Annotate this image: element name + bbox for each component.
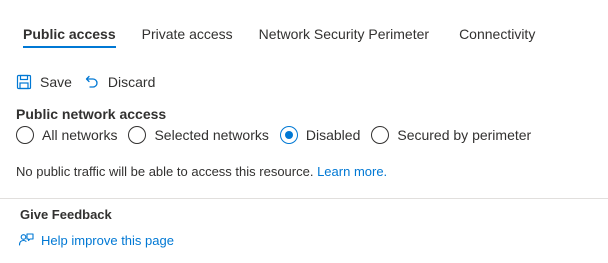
tab-network-security-perimeter[interactable]: Network Security Perimeter: [249, 0, 439, 42]
radio-all-networks[interactable]: All networks: [16, 126, 117, 144]
radio-label: Disabled: [305, 127, 361, 143]
command-bar: Save Discard: [16, 70, 167, 94]
public-network-access-radio-group: All networks Selected networks Disabled …: [16, 125, 542, 145]
give-feedback-heading: Give Feedback: [20, 207, 112, 222]
help-improve-label: Help improve this page: [41, 232, 174, 248]
help-improve-link[interactable]: Help improve this page: [18, 232, 174, 248]
feedback-icon: [18, 232, 34, 248]
radio-circle: [371, 126, 390, 144]
save-button[interactable]: Save: [16, 74, 72, 90]
radio-disabled[interactable]: Disabled: [279, 126, 361, 144]
radio-circle-checked: [279, 126, 298, 144]
radio-label: Selected networks: [154, 127, 269, 143]
tab-connectivity[interactable]: Connectivity: [449, 0, 545, 42]
radio-label: All networks: [42, 127, 118, 143]
info-text: No public traffic will be able to access…: [16, 164, 314, 179]
learn-more-link[interactable]: Learn more.: [317, 164, 387, 179]
discard-label: Discard: [107, 74, 156, 90]
tab-public-access[interactable]: Public access: [13, 0, 126, 48]
save-icon: [16, 74, 32, 90]
tab-private-access[interactable]: Private access: [132, 0, 243, 42]
tab-bar: Public access Private access Network Sec…: [13, 0, 551, 56]
radio-label: Secured by perimeter: [397, 127, 532, 143]
public-network-access-label: Public network access: [16, 106, 167, 122]
save-label: Save: [40, 74, 72, 90]
radio-circle: [128, 126, 147, 144]
radio-selected-networks[interactable]: Selected networks: [128, 126, 269, 144]
discard-button[interactable]: Discard: [84, 74, 155, 90]
radio-secured-by-perimeter[interactable]: Secured by perimeter: [371, 126, 531, 144]
undo-icon: [84, 74, 100, 90]
radio-circle: [16, 126, 34, 144]
divider: [0, 198, 608, 199]
info-message: No public traffic will be able to access…: [16, 163, 387, 181]
